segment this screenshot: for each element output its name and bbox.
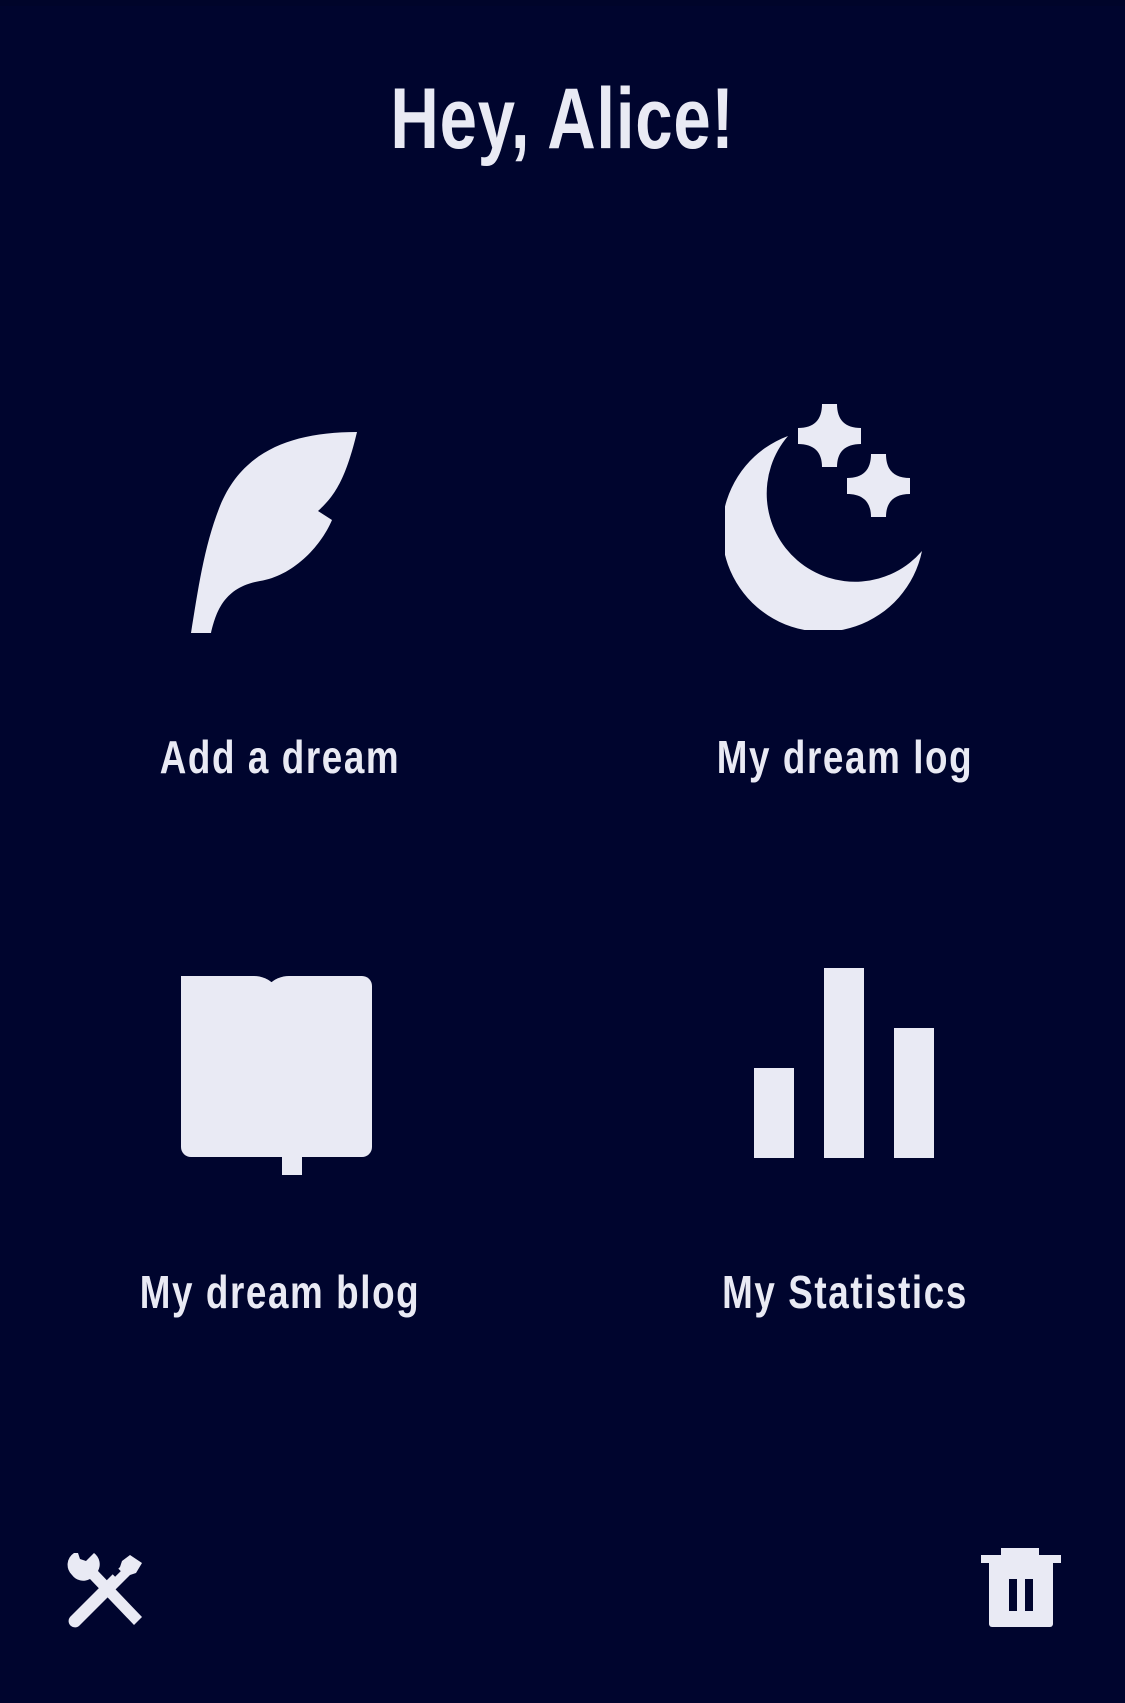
tools-icon bbox=[67, 1553, 142, 1628]
dream-blog-label: My dream blog bbox=[139, 1266, 421, 1318]
page-title: Hey, Alice! bbox=[390, 71, 735, 167]
add-dream-button[interactable]: Add a dream bbox=[60, 420, 500, 840]
book-icon bbox=[181, 976, 372, 1175]
moon-stars-icon bbox=[725, 404, 922, 630]
trash-icon bbox=[981, 1548, 1061, 1627]
settings-button[interactable] bbox=[60, 1545, 156, 1641]
dream-blog-button[interactable]: My dream blog bbox=[60, 955, 500, 1375]
dream-log-label: My dream log bbox=[716, 731, 974, 783]
statistics-label: My Statistics bbox=[722, 1266, 968, 1318]
add-dream-label: Add a dream bbox=[159, 731, 401, 783]
delete-button[interactable] bbox=[973, 1545, 1069, 1641]
dream-log-button[interactable]: My dream log bbox=[625, 404, 1065, 840]
statistics-button[interactable]: My Statistics bbox=[625, 955, 1065, 1375]
feather-icon bbox=[191, 432, 357, 633]
bar-chart-icon bbox=[754, 968, 934, 1158]
status-strip bbox=[0, 0, 1125, 6]
